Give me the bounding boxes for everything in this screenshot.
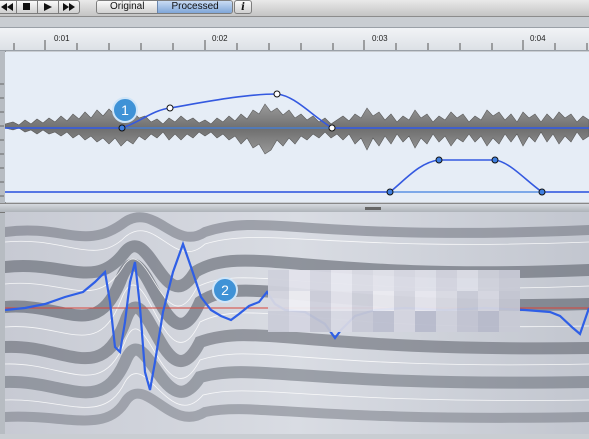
control-point[interactable] xyxy=(166,104,174,112)
control-point[interactable] xyxy=(435,156,443,164)
original-button[interactable]: Original xyxy=(97,1,158,13)
ruler-label-0-02: 0:02 xyxy=(212,34,228,43)
rewind-button[interactable] xyxy=(0,0,17,14)
ruler-label-0-01: 0:01 xyxy=(54,34,70,43)
ruler-ticks xyxy=(13,40,588,50)
play-button[interactable] xyxy=(38,0,59,14)
ruler-label-0-03: 0:03 xyxy=(372,34,388,43)
control-point[interactable] xyxy=(538,188,546,196)
marker-1: 1 xyxy=(112,97,138,123)
control-point[interactable] xyxy=(273,90,281,98)
mode-toggle: Original Processed xyxy=(96,0,233,14)
marker-2: 2 xyxy=(212,277,238,303)
redacted-region xyxy=(268,270,520,332)
play-icon xyxy=(44,3,52,11)
stop-icon xyxy=(23,3,30,10)
info-icon: i xyxy=(241,2,245,13)
envelope-control-points[interactable] xyxy=(118,90,546,196)
control-point[interactable] xyxy=(118,124,126,132)
envelope-panel[interactable] xyxy=(4,52,589,202)
fast-forward-icon xyxy=(63,3,75,11)
control-point[interactable] xyxy=(386,188,394,196)
processed-button[interactable]: Processed xyxy=(157,1,232,13)
info-button[interactable]: i xyxy=(234,0,252,14)
fast-forward-button[interactable] xyxy=(59,0,80,14)
control-point[interactable] xyxy=(491,156,499,164)
splitter-grip[interactable] xyxy=(365,207,381,210)
stop-button[interactable] xyxy=(17,0,38,14)
rewind-icon xyxy=(0,3,13,11)
ruler-label-0-04: 0:04 xyxy=(530,34,546,43)
time-ruler[interactable]: 0:01 0:02 0:03 0:04 xyxy=(0,27,589,51)
envelope-curve-lower[interactable] xyxy=(5,159,589,193)
audio-waveform xyxy=(4,103,589,155)
control-point[interactable] xyxy=(328,124,336,132)
toolbar: Original Processed i xyxy=(0,0,589,17)
envelope-canvas xyxy=(4,90,589,196)
transport-controls xyxy=(0,0,80,14)
